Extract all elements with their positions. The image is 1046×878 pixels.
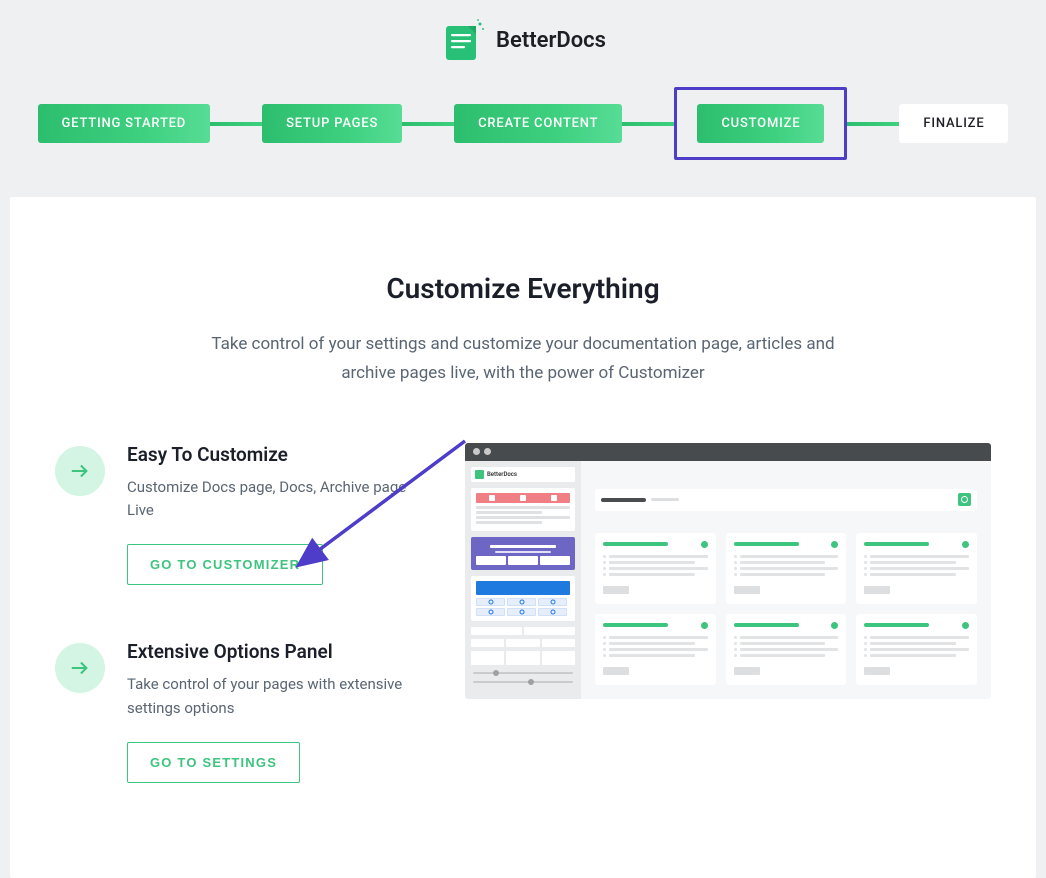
preview-template-thumb — [471, 488, 575, 531]
preview-doc-card — [595, 533, 716, 604]
preview-sidebar-logo: BetterDocs — [471, 467, 575, 482]
go-to-customizer-button[interactable]: GO TO CUSTOMIZER — [127, 544, 323, 585]
wizard-header: BetterDocs GETTING STARTED SETUP PAGES C… — [0, 0, 1046, 185]
step-connector — [622, 122, 674, 126]
main-panel: Customize Everything Take control of you… — [10, 197, 1036, 878]
feature-options-panel: Extensive Options Panel Take control of … — [55, 640, 425, 783]
preview-canvas — [581, 461, 991, 699]
feature-title: Extensive Options Panel — [127, 640, 425, 663]
step-create-content[interactable]: CREATE CONTENT — [454, 104, 622, 143]
step-customize-highlight: CUSTOMIZE — [674, 87, 847, 160]
preview-controls-group — [471, 627, 575, 683]
feature-desc: Take control of your pages with extensiv… — [127, 673, 425, 720]
page-title: Customize Everything — [55, 272, 991, 305]
step-connector — [402, 122, 454, 126]
brand-logo: BetterDocs — [0, 18, 1046, 62]
betterdocs-logo-icon — [440, 18, 486, 62]
step-getting-started[interactable]: GETTING STARTED — [38, 104, 211, 143]
arrow-right-icon — [55, 446, 105, 496]
preview-template-thumb — [471, 537, 575, 570]
features-column: Easy To Customize Customize Docs page, D… — [55, 443, 425, 838]
page-subtitle: Take control of your settings and custom… — [203, 330, 843, 388]
preview-search-bar — [595, 489, 977, 511]
search-icon — [958, 493, 971, 506]
preview-doc-card — [726, 614, 847, 685]
step-finalize[interactable]: FINALIZE — [899, 104, 1008, 143]
preview-sidebar: BetterDocs — [465, 461, 581, 699]
step-customize[interactable]: CUSTOMIZE — [697, 104, 824, 143]
preview-doc-card — [595, 614, 716, 685]
brand-name: BetterDocs — [496, 28, 606, 53]
preview-doc-card — [856, 614, 977, 685]
step-setup-pages[interactable]: SETUP PAGES — [262, 104, 402, 143]
step-connector — [847, 122, 899, 126]
go-to-settings-button[interactable]: GO TO SETTINGS — [127, 742, 300, 783]
feature-desc: Customize Docs page, Docs, Archive page … — [127, 476, 425, 523]
content-row: Easy To Customize Customize Docs page, D… — [55, 443, 991, 838]
customizer-preview: BetterDocs — [465, 443, 991, 699]
step-connector — [210, 122, 262, 126]
preview-doc-card — [856, 533, 977, 604]
feature-title: Easy To Customize — [127, 443, 425, 466]
feature-easy-customize: Easy To Customize Customize Docs page, D… — [55, 443, 425, 586]
arrow-right-icon — [55, 643, 105, 693]
preview-doc-card — [726, 533, 847, 604]
wizard-steps: GETTING STARTED SETUP PAGES CREATE CONTE… — [0, 87, 1046, 160]
preview-template-thumb — [471, 576, 575, 621]
preview-window-titlebar — [465, 443, 991, 461]
